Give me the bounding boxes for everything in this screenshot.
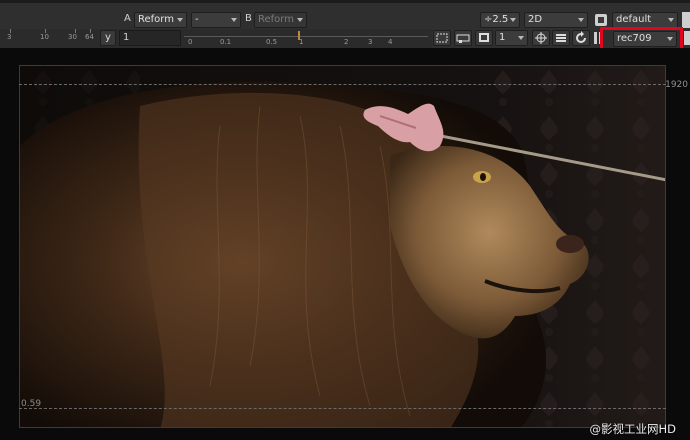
input-process-icon[interactable] [682,12,690,28]
input-a-label: A [124,13,131,24]
chevron-down-icon [297,18,303,22]
frame-field[interactable]: 1 [119,30,181,46]
lion-image [20,66,665,427]
slider-tick-label: 4 [388,38,393,46]
chevron-down-icon [177,18,183,22]
menu-lines-icon[interactable] [552,30,570,46]
slider-tick-label: 2 [344,38,349,46]
slider-tick-label: 1 [299,38,304,46]
ruler-tick-label: 64 [85,33,94,41]
input-b-dropdown[interactable]: Reform [254,12,307,28]
gain-dropdown[interactable]: ÷2.5 [480,12,520,28]
format-label: 1920 [665,80,688,90]
slider-tick-label: 0.1 [220,38,232,46]
chevron-down-icon [578,18,584,22]
image-frame[interactable] [19,65,666,428]
slider-tick-label: 3 [368,38,373,46]
frame-slider-track[interactable] [184,36,428,37]
input-a-dropdown[interactable]: Reform [134,12,187,28]
gain-value: ÷2.5 [484,14,509,25]
chevron-down-icon [510,18,516,22]
y-channel-button[interactable]: y [100,30,116,46]
downscale-icon[interactable] [475,30,493,46]
y-channel-label: y [105,32,111,43]
input-b-label: B [245,13,252,24]
roi-icon[interactable] [433,30,451,46]
frame-value: 1 [123,32,130,43]
chevron-down-icon [668,18,674,22]
downscale-dropdown[interactable]: 1 [495,30,528,46]
chevron-down-icon [518,36,524,40]
input-b-value: Reform [258,14,294,25]
viewer-lut-dropdown[interactable]: default [612,12,678,28]
viewer-lut-value: default [616,14,652,25]
ruler-tick-label: 3 [7,33,12,41]
pixel-aspect-label: 0.59 [21,399,42,409]
refresh-icon[interactable] [572,30,590,46]
slider-scale: 0 0.1 0.5 1 2 3 4 [184,38,428,48]
toolbar-top-edge [0,0,690,3]
crosshair-icon[interactable] [532,30,550,46]
slider-tick-label: 0 [188,38,193,46]
view-mode-value: 2D [528,14,543,25]
input-a-value: Reform [138,14,174,25]
ip-toggle-icon[interactable] [684,31,690,45]
view-mode-dropdown[interactable]: 2D [524,12,588,28]
format-guide-top [19,84,666,85]
compare-operation-dropdown[interactable]: - [191,12,241,28]
downscale-value: 1 [499,32,506,43]
ruler-tick-label: 30 [68,33,77,41]
ruler-tick-label: 10 [40,33,49,41]
chevron-down-icon [231,18,237,22]
lut-icon[interactable] [594,12,608,28]
compare-operation-value: - [195,14,199,25]
slider-tick-label: 0.5 [266,38,278,46]
proxy-icon[interactable] [454,30,472,46]
watermark: @影视工业网HD [589,422,676,436]
format-guide-bottom [19,408,666,409]
